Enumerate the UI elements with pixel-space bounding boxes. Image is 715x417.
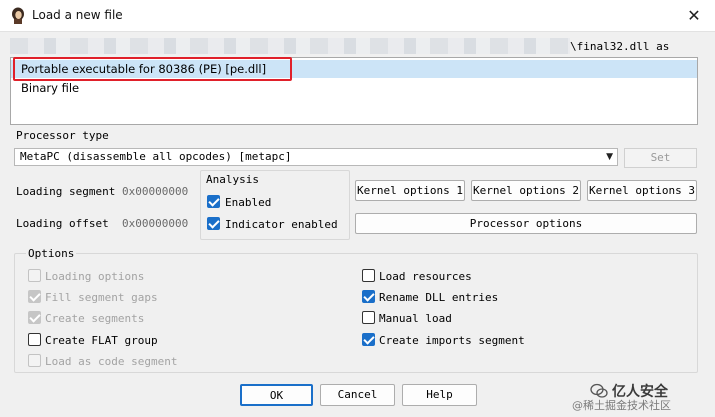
processor-options-button[interactable]: Processor options (355, 213, 697, 234)
watermark: 亿人安全 @稀土掘金技术社区 (572, 381, 710, 412)
kernel-options-3-button[interactable]: Kernel options 3 (587, 180, 697, 201)
kernel-options-1-button[interactable]: Kernel options 1 (355, 180, 465, 201)
file-path-row: \final32.dll as (10, 36, 700, 54)
create-flat-group-checkbox[interactable] (28, 333, 41, 346)
loading-offset-value[interactable]: 0x00000000 (122, 217, 188, 230)
analysis-enabled-label: Enabled (225, 196, 272, 209)
load-resources-label: Load resources (379, 270, 472, 283)
create-segments-label: Create segments (45, 312, 145, 325)
close-icon: ✕ (687, 6, 701, 25)
loading-segment-label: Loading segment (16, 185, 116, 198)
loading-offset-label: Loading offset (16, 217, 109, 230)
analysis-title: Analysis (206, 173, 259, 186)
ida-app-icon (12, 7, 24, 24)
format-item-pe[interactable]: Portable executable for 80386 (PE) [pe.d… (11, 60, 697, 78)
watermark-site: @稀土掘金技术社区 (572, 399, 671, 412)
fill-segment-gaps-checkbox[interactable] (28, 290, 41, 303)
rename-dll-entries-label: Rename DLL entries (379, 291, 499, 304)
format-item-binary[interactable]: Binary file (11, 79, 697, 97)
manual-load-label: Manual load (379, 312, 452, 325)
analysis-enabled-checkbox[interactable] (207, 195, 220, 208)
fill-segment-gaps-label: Fill segment gaps (45, 291, 158, 304)
create-segments-checkbox[interactable] (28, 311, 41, 324)
processor-type-value: MetaPC (disassemble all opcodes) [metapc… (20, 150, 292, 163)
loading-options-checkbox[interactable] (28, 269, 41, 282)
create-flat-group-label: Create FLAT group (45, 334, 158, 347)
loading-options-label: Loading options (45, 270, 145, 283)
options-title: Options (26, 247, 77, 260)
manual-load-checkbox[interactable] (362, 311, 375, 324)
title-bar: Load a new file ✕ (0, 0, 715, 32)
cancel-button[interactable]: Cancel (320, 384, 395, 406)
load-resources-checkbox[interactable] (362, 269, 375, 282)
format-list[interactable]: Portable executable for 80386 (PE) [pe.d… (10, 57, 698, 125)
load-as-code-segment-checkbox[interactable] (28, 354, 41, 367)
processor-type-label: Processor type (16, 129, 109, 142)
rename-dll-entries-checkbox[interactable] (362, 290, 375, 303)
help-button[interactable]: Help (402, 384, 477, 406)
redacted-path (10, 38, 570, 54)
ok-button[interactable]: OK (240, 384, 313, 406)
file-path-text: \final32.dll as (570, 40, 670, 53)
processor-type-combo[interactable]: MetaPC (disassemble all opcodes) [metapc… (14, 148, 618, 166)
create-imports-segment-label: Create imports segment (379, 334, 525, 347)
kernel-options-2-button[interactable]: Kernel options 2 (471, 180, 581, 201)
loading-segment-value[interactable]: 0x00000000 (122, 185, 188, 198)
load-as-code-segment-label: Load as code segment (45, 355, 178, 368)
set-button[interactable]: Set (624, 148, 697, 168)
window-title: Load a new file (32, 8, 123, 22)
chevron-down-icon: ▼ (606, 152, 613, 162)
create-imports-segment-checkbox[interactable] (362, 333, 375, 346)
indicator-enabled-checkbox[interactable] (207, 217, 220, 230)
close-button[interactable]: ✕ (681, 4, 707, 28)
indicator-enabled-label: Indicator enabled (225, 218, 338, 231)
